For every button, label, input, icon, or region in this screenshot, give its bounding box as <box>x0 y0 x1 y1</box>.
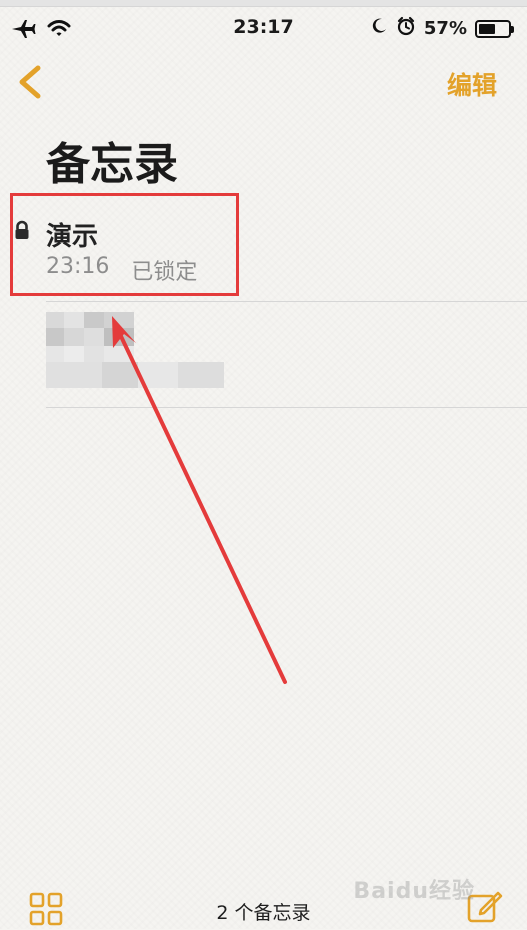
status-bar: 23:17 57% <box>0 0 527 54</box>
battery-level <box>479 23 495 34</box>
divider <box>46 407 527 408</box>
note-item-redacted[interactable] <box>0 312 527 402</box>
redaction-block <box>46 346 64 362</box>
highlight-box <box>10 193 239 296</box>
watermark: Baidu经验 <box>353 879 475 904</box>
edit-button[interactable]: 编辑 <box>447 66 497 102</box>
redaction-block <box>84 312 104 328</box>
redaction-block <box>84 346 104 362</box>
battery-percent: 57% <box>423 18 467 39</box>
alarm-icon <box>396 16 416 41</box>
top-strip <box>0 0 527 7</box>
redaction-block <box>104 346 134 362</box>
page-title: 备忘录 <box>46 139 178 190</box>
redaction-block <box>64 328 84 346</box>
status-right: 57% <box>370 16 514 41</box>
back-button[interactable] <box>10 60 50 104</box>
chevron-left-icon <box>19 65 41 99</box>
redaction-block <box>138 362 178 388</box>
redaction-block <box>178 362 224 388</box>
battery-icon <box>475 19 514 38</box>
redaction-block <box>84 328 104 346</box>
divider <box>46 301 527 302</box>
redaction-block <box>64 346 84 362</box>
redaction-block <box>104 312 134 328</box>
redaction-block <box>102 362 138 388</box>
redaction-block <box>104 328 134 346</box>
redaction-block <box>46 312 64 328</box>
redaction-block <box>46 362 102 388</box>
redaction-block <box>64 312 84 328</box>
moon-icon <box>370 17 388 40</box>
redaction-block <box>46 328 64 346</box>
